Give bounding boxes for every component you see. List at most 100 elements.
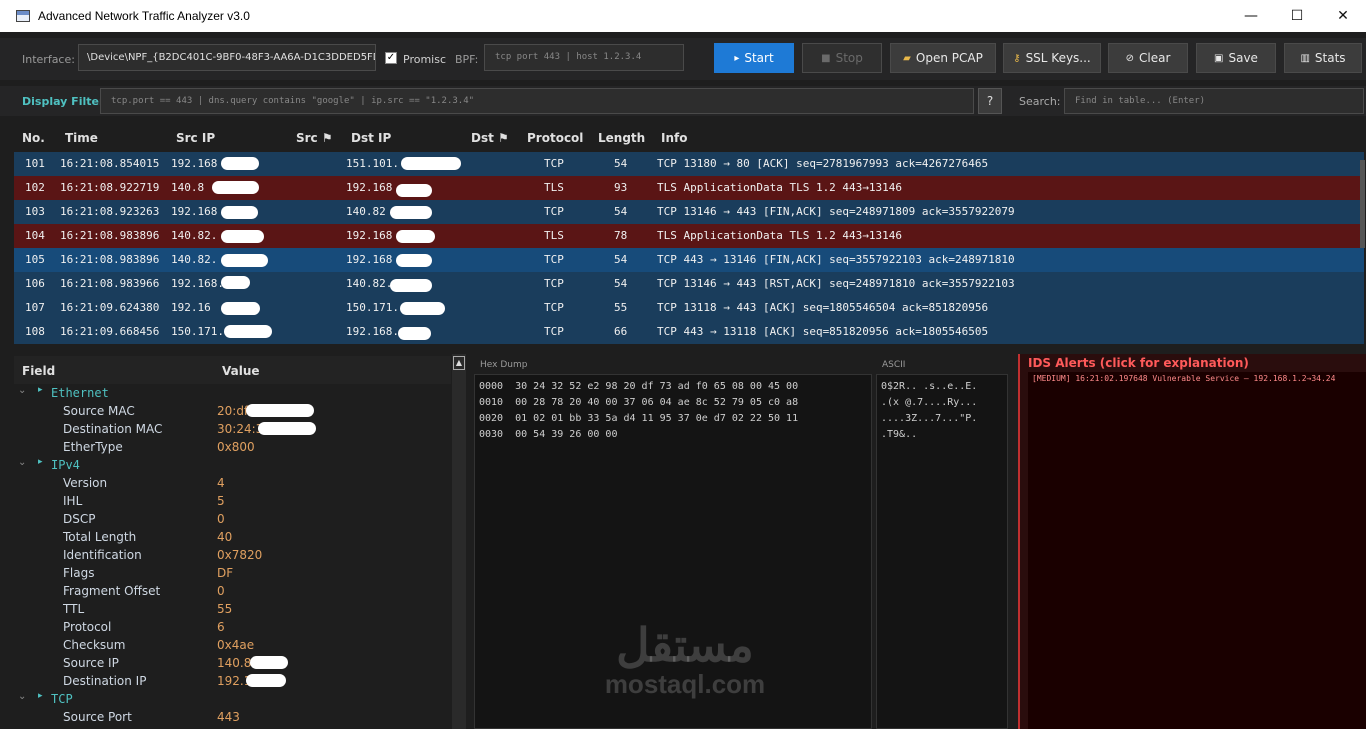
- ascii-view[interactable]: 0$2R.. .s..e..E. .(x @.7....Ry... ....3Z…: [876, 374, 1008, 729]
- hex-line: 0000 30 24 32 52 e2 98 20 df 73 ad f0 65…: [479, 381, 799, 392]
- tree-arrow-icon: ▸: [38, 691, 43, 701]
- minimize-button[interactable]: —: [1228, 0, 1274, 32]
- bpf-input[interactable]: tcp port 443 | host 1.2.3.4: [484, 44, 684, 71]
- tree-field[interactable]: Destination MAC 30:24:32: [14, 420, 451, 438]
- col-length[interactable]: Length: [598, 131, 645, 145]
- tree-section-tcp[interactable]: ⌄ ▸ TCP: [14, 690, 451, 708]
- tree-section-ethernet[interactable]: ⌄ ▸ Ethernet: [14, 384, 451, 402]
- details-header: Field Value: [14, 356, 451, 384]
- table-cell-no: 106: [25, 277, 45, 290]
- ssl-keys-button[interactable]: ⚷ SSL Keys...: [1003, 43, 1101, 73]
- tree-expand-icon[interactable]: ⌄: [18, 691, 26, 702]
- table-cell-src: 140.82.: [171, 253, 218, 266]
- redaction-mask: [246, 674, 286, 687]
- tree-field[interactable]: Fragment Offset 0: [14, 582, 451, 600]
- tree-field[interactable]: TTL 55: [14, 600, 451, 618]
- details-scrollbar[interactable]: ▲: [452, 354, 466, 729]
- redaction-mask: [246, 404, 314, 417]
- filter-bar: Display Filter: tcp.port == 443 | dns.qu…: [0, 86, 1366, 116]
- col-dst-flag[interactable]: Dst ⚑: [471, 131, 509, 145]
- start-button[interactable]: ▸ Start: [714, 43, 794, 73]
- table-row[interactable]: 105 16:21:08.983896 140.82. 192.168 TCP 54 TCP…: [14, 248, 1364, 272]
- redaction-mask: [396, 230, 435, 243]
- table-cell-info: TCP 13146 → 443 [FIN,ACK] seq=248971809 …: [657, 205, 1015, 218]
- ascii-line: .(x @.7....Ry...: [881, 397, 978, 408]
- tree-field[interactable]: Version 4: [14, 474, 451, 492]
- watermark-latin: mostaql.com: [604, 669, 766, 699]
- col-time[interactable]: Time: [65, 131, 98, 145]
- save-button[interactable]: ▣ Save: [1196, 43, 1276, 73]
- table-row[interactable]: 107 16:21:09.624380 192.16 150.171. TCP 55 TCP…: [14, 296, 1364, 320]
- table-cell-proto: TLS: [544, 229, 564, 242]
- tree-field[interactable]: Flags DF: [14, 564, 451, 582]
- key-icon: ⚷: [1013, 52, 1021, 64]
- table-cell-info: TCP 13180 → 80 [ACK] seq=2781967993 ack=…: [657, 157, 989, 170]
- open-pcap-button[interactable]: ▰ Open PCAP: [890, 43, 996, 73]
- tree-field[interactable]: IHL 5: [14, 492, 451, 510]
- table-cell-time: 16:21:08.983896: [60, 253, 160, 266]
- table-cell-dst: 192.168: [346, 253, 393, 266]
- table-cell-src: 192.168: [171, 157, 218, 170]
- table-cell-info: TLS ApplicationData TLS 1.2 443→13146: [657, 229, 903, 242]
- tree-field[interactable]: Source MAC 20:df:: [14, 402, 451, 420]
- table-cell-dst: 150.171.: [346, 301, 399, 314]
- filter-help-button[interactable]: ?: [978, 88, 1002, 114]
- col-info[interactable]: Info: [661, 131, 687, 145]
- table-row[interactable]: 103 16:21:08.923263 192.168 140.82 TCP 54 TCP …: [14, 200, 1364, 224]
- tree-section-ipv4[interactable]: ⌄ ▸ IPv4: [14, 456, 451, 474]
- tree-field[interactable]: Total Length 40: [14, 528, 451, 546]
- ids-alert-item[interactable]: [MEDIUM] 16:21:02.197648 Vulnerable Serv…: [1028, 372, 1366, 383]
- interface-label: Interface:: [22, 53, 75, 66]
- details-rows: ⌄ ▸ Ethernet Source MAC 20:df: Destination MA…: [14, 384, 451, 726]
- table-cell-len: 54: [614, 253, 628, 266]
- maximize-button[interactable]: ☐: [1274, 0, 1320, 32]
- search-label: Search:: [1019, 95, 1061, 108]
- table-cell-info: TCP 443 → 13146 [FIN,ACK] seq=3557922103…: [657, 253, 1015, 266]
- tree-field[interactable]: Checksum 0x4ae: [14, 636, 451, 654]
- close-button[interactable]: ✕: [1320, 0, 1366, 32]
- window-title: Advanced Network Traffic Analyzer v3.0: [38, 9, 250, 23]
- tree-expand-icon[interactable]: ⌄: [18, 457, 26, 468]
- table-row[interactable]: 108 16:21:09.668456 150.171. 192.168. TCP 66 T…: [14, 320, 1364, 344]
- col-no[interactable]: No.: [22, 131, 45, 145]
- title-bar: Advanced Network Traffic Analyzer v3.0 —…: [0, 0, 1366, 32]
- tree-field[interactable]: DSCP 0: [14, 510, 451, 528]
- tree-field[interactable]: Source IP 140.82: [14, 654, 451, 672]
- ids-alerts-header: IDS Alerts (click for explanation): [1028, 356, 1249, 370]
- col-src-flag[interactable]: Src ⚑: [296, 131, 333, 145]
- table-cell-dst: 140.82: [346, 205, 386, 218]
- redaction-mask: [250, 656, 288, 669]
- table-cell-proto: TCP: [544, 277, 564, 290]
- col-src-ip[interactable]: Src IP: [176, 131, 215, 145]
- promisc-checkbox[interactable]: ✓: [385, 52, 397, 64]
- scroll-up-arrow-icon[interactable]: ▲: [453, 356, 465, 370]
- table-row[interactable]: 104 16:21:08.983896 140.82. 192.168 TLS 78 TLS…: [14, 224, 1364, 248]
- window-controls: — ☐ ✕: [1228, 0, 1366, 32]
- stats-button[interactable]: ▥ Stats: [1284, 43, 1362, 73]
- tree-field[interactable]: Source Port 443: [14, 708, 451, 726]
- ids-alerts-list: [MEDIUM] 16:21:02.197648 Vulnerable Serv…: [1028, 372, 1366, 729]
- table-cell-dst: 192.168: [346, 229, 393, 242]
- search-input[interactable]: Find in table... (Enter): [1064, 88, 1364, 114]
- tree-field[interactable]: Destination IP 192.16: [14, 672, 451, 690]
- packet-table-scrollbar[interactable]: [1360, 160, 1365, 248]
- table-cell-len: 55: [614, 301, 628, 314]
- tree-expand-icon[interactable]: ⌄: [18, 385, 26, 396]
- col-protocol[interactable]: Protocol: [527, 131, 583, 145]
- table-cell-len: 54: [614, 277, 628, 290]
- hex-dump-header: Hex Dump: [480, 360, 528, 370]
- bpf-label: BPF:: [455, 53, 479, 66]
- display-filter-input[interactable]: tcp.port == 443 | dns.query contains "go…: [100, 88, 974, 114]
- clear-button[interactable]: ⊘ Clear: [1108, 43, 1188, 73]
- table-row[interactable]: 101 16:21:08.854015 192.168 151.101. TCP 54 TC…: [14, 152, 1364, 176]
- stop-button[interactable]: ■ Stop: [802, 43, 882, 73]
- interface-select[interactable]: \Device\NPF_{B2DC401C-9BF0-48F3-AA6A-D1C…: [78, 44, 376, 71]
- tree-field[interactable]: Protocol 6: [14, 618, 451, 636]
- tree-field[interactable]: Identification 0x7820: [14, 546, 451, 564]
- col-dst-ip[interactable]: Dst IP: [351, 131, 391, 145]
- table-row[interactable]: 106 16:21:08.983966 192.168. 140.82. TCP 54 TC…: [14, 272, 1364, 296]
- tree-field[interactable]: EtherType 0x800: [14, 438, 451, 456]
- promisc-label: Promisc: [403, 53, 447, 66]
- redaction-mask: [221, 230, 264, 243]
- redaction-mask: [221, 254, 268, 267]
